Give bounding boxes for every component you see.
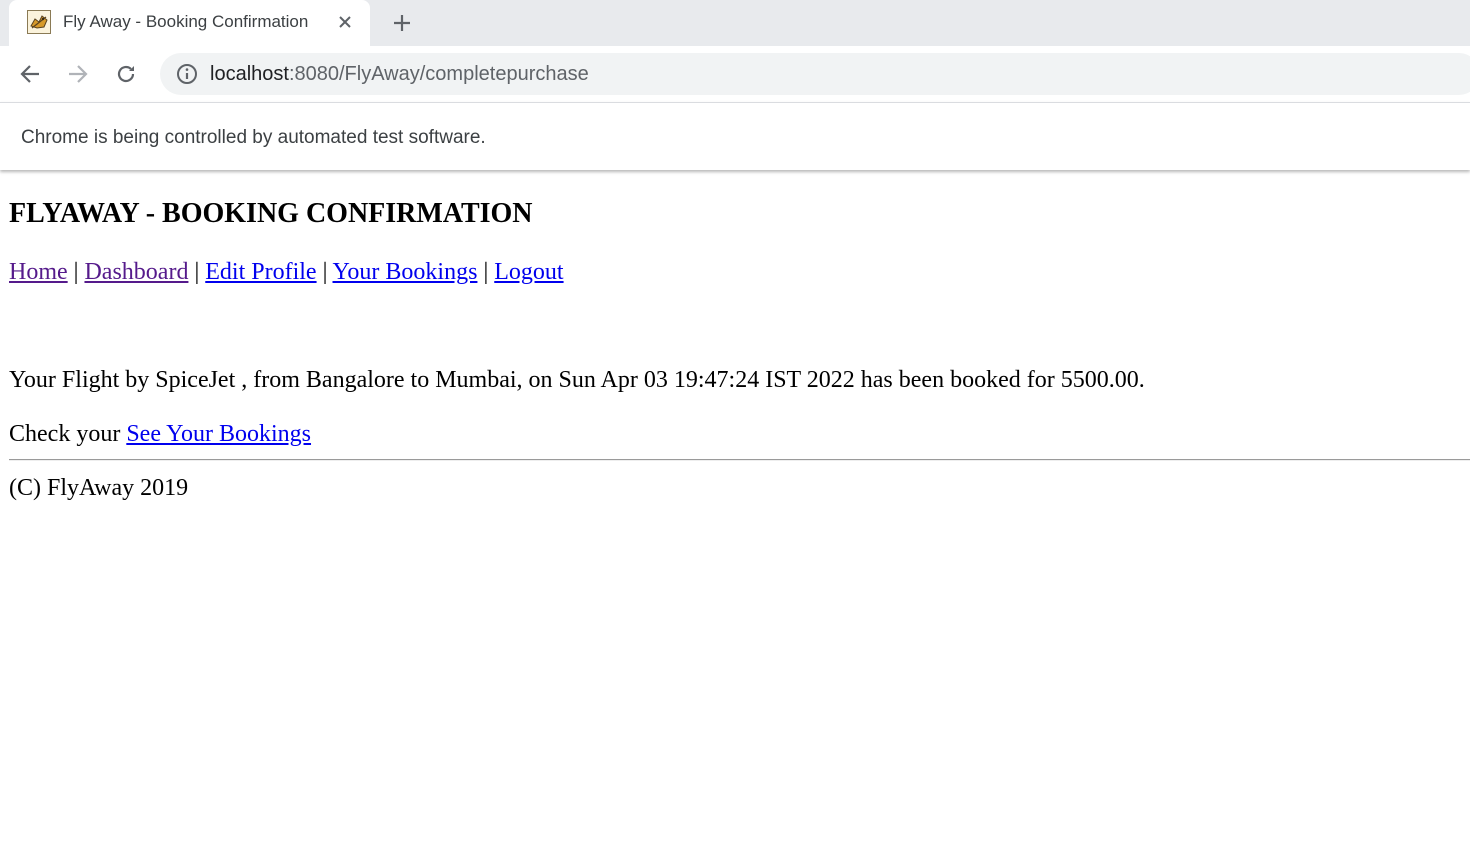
url-host: localhost — [210, 63, 289, 85]
infobar-message: Chrome is being controlled by automated … — [21, 127, 486, 148]
footer-copyright: (C) FlyAway 2019 — [9, 475, 189, 501]
nav-separator: | — [194, 259, 200, 285]
see-your-bookings-link[interactable]: See Your Bookings — [126, 421, 311, 447]
forward-arrow-icon[interactable] — [64, 60, 92, 88]
url-text[interactable]: localhost:8080/FlyAway/completepurchase — [210, 62, 589, 86]
info-icon[interactable] — [175, 62, 199, 86]
reload-icon[interactable] — [112, 60, 140, 88]
nav-separator: | — [73, 259, 79, 285]
check-bookings-line: Check your See Your Bookings — [9, 419, 311, 449]
nav-link-logout[interactable]: Logout — [494, 259, 563, 285]
check-prefix: Check your — [9, 421, 121, 447]
page-title: FLYAWAY - BOOKING CONFIRMATION — [9, 198, 533, 229]
nav-link-dashboard[interactable]: Dashboard — [84, 259, 188, 285]
nav-link-your-bookings[interactable]: Your Bookings — [333, 259, 478, 285]
nav-separator: | — [322, 259, 328, 285]
nav-link-home[interactable]: Home — [9, 259, 68, 285]
footer-divider — [9, 459, 1470, 461]
back-arrow-icon[interactable] — [16, 60, 44, 88]
tab-active[interactable]: Fly Away - Booking Confirmation — [9, 0, 370, 46]
address-bar[interactable]: localhost:8080/FlyAway/completepurchase — [160, 53, 1470, 95]
automation-infobar: Chrome is being controlled by automated … — [0, 102, 1470, 170]
page-content: FLYAWAY - BOOKING CONFIRMATION Home | Da… — [0, 171, 1470, 853]
tomcat-favicon-icon — [27, 10, 51, 34]
booking-confirmation-message: Your Flight by SpiceJet , from Bangalore… — [9, 367, 1145, 393]
site-nav: Home | Dashboard | Edit Profile | Your B… — [9, 257, 564, 287]
new-tab-plus-icon[interactable] — [388, 9, 416, 37]
url-path: :8080/FlyAway/completepurchase — [288, 63, 589, 85]
nav-separator: | — [483, 259, 489, 285]
browser-toolbar: localhost:8080/FlyAway/completepurchase — [0, 46, 1470, 102]
tab-title: Fly Away - Booking Confirmation — [63, 12, 309, 31]
nav-link-edit-profile[interactable]: Edit Profile — [205, 259, 316, 285]
tab-strip: Fly Away - Booking Confirmation — [0, 0, 1470, 46]
close-tab-icon[interactable] — [332, 9, 358, 35]
